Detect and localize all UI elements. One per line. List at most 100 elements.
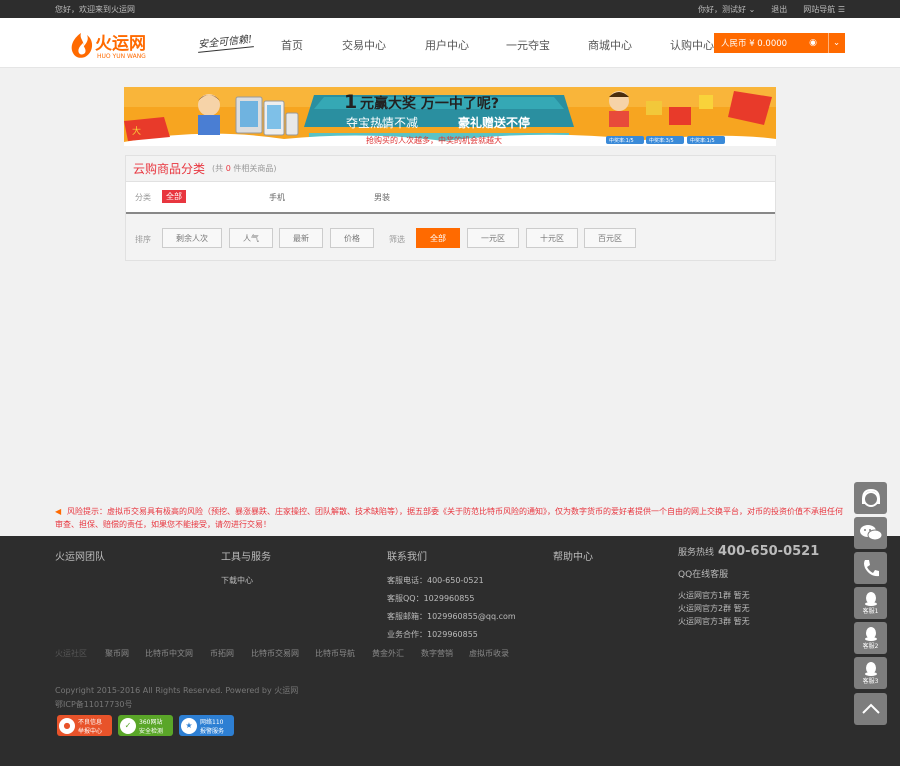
- logo-subtext: HUO YUN WANG: [97, 53, 146, 60]
- qq-icon: [864, 626, 877, 641]
- phone-icon: [863, 560, 879, 577]
- qq-group-3: 火运网官方3群 暂无: [678, 617, 750, 626]
- hotline: 服务热线 400-650-0521: [678, 544, 820, 559]
- friend-link[interactable]: 聚币网: [105, 648, 145, 659]
- qq-group-2: 火运网官方2群 暂无: [678, 604, 750, 613]
- chevron-down-icon[interactable]: ⌄: [829, 38, 844, 48]
- contact-business: 业务合作：1029960855: [387, 630, 478, 639]
- security-check-badge[interactable]: ✓ 360网站 安全检测: [118, 715, 173, 736]
- friend-link[interactable]: 黄金外汇: [372, 648, 421, 659]
- contact-qq: 客服QQ：1029960855: [387, 594, 475, 603]
- category-row: 分类 全部 手机 男装: [126, 182, 775, 214]
- footer: 火运网团队 工具与服务 下载中心 联系我们 客服电话：400-650-0521 …: [0, 536, 900, 766]
- nav-trade-center[interactable]: 交易中心: [342, 37, 425, 53]
- site-nav-link[interactable]: 网站导航 ☰: [803, 4, 845, 15]
- trust-badges: ● 不良信息 举报中心 ✓ 360网站 安全检测 ★ 网络110 报警服务: [57, 715, 234, 736]
- headset-icon: [861, 488, 880, 507]
- sort-newest-button[interactable]: 最新: [279, 228, 323, 248]
- friend-link[interactable]: 比特币交易网: [251, 648, 315, 659]
- friend-link[interactable]: 数字营销: [421, 648, 469, 659]
- contact-email: 客服邮箱：1029960855@qq.com: [387, 612, 516, 621]
- filter-ten-yuan-button[interactable]: 十元区: [526, 228, 578, 248]
- report-center-badge[interactable]: ● 不良信息 举报中心: [57, 715, 112, 736]
- qq-group-1: 火运网官方1群 暂无: [678, 591, 750, 600]
- chevron-up-icon: [861, 703, 880, 714]
- back-to-top-button[interactable]: [854, 693, 887, 725]
- report-icon: ●: [59, 717, 75, 734]
- floating-sidebar: 客服1 客服2 客服3: [854, 482, 887, 728]
- banner-sub2: 豪礼赠送不停: [458, 115, 530, 130]
- main-nav: 首页 交易中心 用户中心 一元夺宝 商城中心 认购中心: [281, 37, 720, 53]
- footer-team-title: 火运网团队: [55, 552, 105, 563]
- banner-rate-3: 中奖率:1/5: [690, 137, 715, 144]
- qq-service-1-button[interactable]: 客服1: [854, 587, 887, 619]
- sort-label: 排序: [135, 235, 151, 244]
- banner-sub3: 抢购买的人次越多，中奖的机会就越大: [366, 135, 502, 145]
- site-logo[interactable]: 火运网 HUO YUN WANG: [67, 27, 177, 61]
- qq-service-3-button[interactable]: 客服3: [854, 657, 887, 689]
- logout-link[interactable]: 退出: [771, 4, 787, 15]
- product-count: (共 0 件相关商品): [212, 164, 277, 173]
- footer-tools-title: 工具与服务: [221, 552, 271, 563]
- sort-popularity-button[interactable]: 人气: [229, 228, 273, 248]
- user-greeting[interactable]: 你好，测试好 ⌄: [698, 4, 755, 15]
- filter-hundred-yuan-button[interactable]: 百元区: [584, 228, 636, 248]
- police-icon: ★: [181, 717, 197, 734]
- police-badge[interactable]: ★ 网络110 报警服务: [179, 715, 234, 736]
- nav-one-yuan[interactable]: 一元夺宝: [506, 37, 588, 53]
- sort-remaining-button[interactable]: 剩余人次: [162, 228, 222, 248]
- nav-mall[interactable]: 商城中心: [588, 37, 670, 53]
- nav-user-center[interactable]: 用户中心: [425, 37, 506, 53]
- qq-icon: [864, 661, 877, 676]
- risk-notice: ◀ 风险提示：虚拟币交易具有极高的风险（预挖、暴涨暴跌、庄家操控、团队解散、技术缺…: [55, 507, 843, 529]
- banner-rate-2: 中奖率:3/5: [649, 137, 674, 144]
- nav-home[interactable]: 首页: [281, 37, 342, 53]
- qq-online-service[interactable]: QQ在线客服: [678, 567, 728, 580]
- speaker-icon: ◀: [55, 507, 62, 516]
- filter-label: 筛选: [389, 235, 405, 244]
- wechat-button[interactable]: [854, 517, 887, 549]
- footer-col-help: 帮助中心: [553, 548, 593, 575]
- category-menswear[interactable]: 男装: [374, 192, 390, 203]
- category-label: 分类: [135, 193, 151, 202]
- svg-text:大: 大: [132, 125, 141, 137]
- menu-icon: ☰: [837, 5, 845, 14]
- sort-price-button[interactable]: 价格: [330, 228, 374, 248]
- category-all[interactable]: 全部: [162, 190, 186, 203]
- friend-links: 火运社区 聚币网 比特币中文网 币拓网 比特币交易网 比特币导航 黄金外汇 数字…: [55, 648, 509, 659]
- eye-icon[interactable]: ◉: [804, 38, 822, 48]
- footer-help-title: 帮助中心: [553, 552, 593, 563]
- category-phone[interactable]: 手机: [269, 192, 285, 203]
- banner-rate-1: 中奖率:1/5: [609, 137, 634, 144]
- copyright: Copyright 2015-2016 All Rights Reserved.…: [55, 684, 298, 712]
- friend-link[interactable]: 虚拟币收录: [469, 648, 509, 659]
- copyright-text: Copyright 2015-2016 All Rights Reserved.…: [55, 686, 299, 695]
- hotline-number: 400-650-0521: [718, 544, 820, 559]
- friend-link[interactable]: 火运社区: [55, 648, 105, 659]
- footer-col-contact: 联系我们 客服电话：400-650-0521 客服QQ：1029960855 客…: [387, 548, 516, 647]
- friend-link[interactable]: 比特币导航: [315, 648, 372, 659]
- friend-link[interactable]: 币拓网: [210, 648, 251, 659]
- category-panel: 云购商品分类 (共 0 件相关商品) 分类 全部 手机 男装 排序 剩余人次 人…: [125, 155, 776, 261]
- chevron-down-icon: ⌄: [748, 5, 756, 14]
- promo-banner[interactable]: 大 1 元赢大奖 万一中了呢? 夺宝热情不减 豪礼赠送不停 抢购买的人次越多，中…: [124, 87, 776, 146]
- footer-download-link[interactable]: 下载中心: [221, 575, 271, 586]
- top-bar-right: 你好，测试好 ⌄ 退出 网站导航 ☰: [698, 4, 845, 15]
- balance-widget[interactable]: 人民币 ¥ 0.0000 ◉ ⌄: [714, 33, 845, 53]
- footer-col-tools: 工具与服务 下载中心: [221, 548, 271, 593]
- top-bar: 您好，欢迎来到火运网 你好，测试好 ⌄ 退出 网站导航 ☰: [0, 0, 900, 18]
- banner-headline-num: 1: [344, 91, 357, 113]
- friend-link[interactable]: 比特币中文网: [145, 648, 210, 659]
- filter-all-button[interactable]: 全部: [416, 228, 460, 248]
- filter-one-yuan-button[interactable]: 一元区: [467, 228, 519, 248]
- icp-number: 鄂ICP备11017730号: [55, 700, 133, 709]
- phone-button[interactable]: [854, 552, 887, 584]
- wechat-icon: [859, 525, 882, 541]
- header: 火运网 HUO YUN WANG 安全可信赖! 首页 交易中心 用户中心 一元夺…: [0, 18, 900, 68]
- contact-phone: 客服电话：400-650-0521: [387, 576, 484, 585]
- qq-groups: 火运网官方1群 暂无 火运网官方2群 暂无 火运网官方3群 暂无: [678, 589, 750, 628]
- panel-header: 云购商品分类 (共 0 件相关商品): [126, 156, 775, 182]
- customer-service-button[interactable]: [854, 482, 887, 514]
- nav-subscription[interactable]: 认购中心: [670, 37, 720, 53]
- qq-service-2-button[interactable]: 客服2: [854, 622, 887, 654]
